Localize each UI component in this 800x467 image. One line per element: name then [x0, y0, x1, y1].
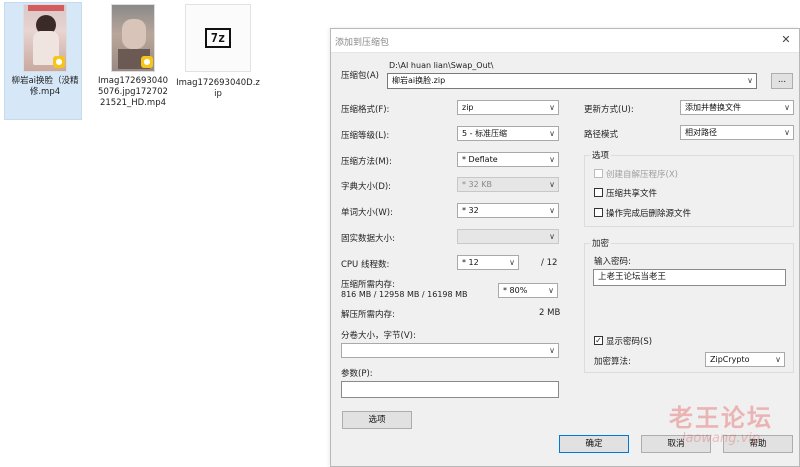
params-input[interactable] — [341, 381, 559, 398]
chevron-down-icon: ∨ — [509, 258, 515, 267]
dialog-title: 添加到压缩包 — [335, 38, 390, 48]
shared-files-checkbox[interactable]: 压缩共享文件 — [594, 187, 657, 199]
video-thumbnail: ● — [111, 4, 155, 72]
chevron-down-icon: ∨ — [775, 355, 781, 364]
sfx-checkbox: 创建自解压程序(X) — [594, 168, 678, 180]
checkbox-icon — [594, 208, 603, 217]
pathmode-label: 路径模式 — [584, 130, 619, 140]
solid-select: ∨ — [457, 229, 559, 244]
split-combobox[interactable]: ∨ — [341, 343, 559, 358]
chevron-down-icon: ∨ — [549, 232, 555, 241]
cpu-select[interactable]: * 12 ∨ — [457, 255, 519, 270]
mem-compress-detail: 816 MB / 12958 MB / 16198 MB — [341, 290, 468, 299]
update-label: 更新方式(U): — [584, 105, 634, 115]
word-select[interactable]: * 32 ∨ — [457, 203, 559, 218]
chevron-down-icon: ∨ — [784, 128, 790, 137]
password-input[interactable]: 上老王论坛当老王 — [593, 269, 786, 286]
file-name: 柳岩ai换脸（没精修.mp4 — [11, 76, 79, 97]
method-select[interactable]: * Deflate ∨ — [457, 152, 559, 167]
chevron-down-icon: ∨ — [549, 206, 555, 215]
solid-label: 固实数据大小: — [341, 234, 395, 244]
watermark: 老王论坛 laowang.vip — [656, 398, 786, 446]
video-badge-icon: ● — [53, 56, 65, 68]
close-icon[interactable]: ✕ — [779, 33, 793, 47]
show-password-checkbox[interactable]: ✓ 显示密码(S) — [594, 335, 652, 347]
cpu-total: / 12 — [541, 258, 558, 268]
dialog-titlebar: 添加到压缩包 ✕ — [331, 29, 799, 53]
archive-name-combobox[interactable]: 柳岩ai换脸.zip ∨ — [387, 73, 757, 89]
archive-label: 压缩包(A) — [341, 71, 379, 81]
mem-decompress-value: 2 MB — [539, 308, 561, 318]
password-label: 输入密码: — [594, 257, 631, 267]
file-name: Imag1726930405076.jpg17270221521_HD.mp4 — [97, 76, 169, 108]
video-thumbnail: ● — [23, 4, 67, 72]
chevron-down-icon: ∨ — [549, 180, 555, 189]
file-name: Imag172693040D.zip — [176, 78, 260, 99]
encryption-method-label: 加密算法: — [594, 357, 631, 367]
format-label: 压缩格式(F): — [341, 105, 390, 115]
checkbox-icon — [594, 188, 603, 197]
file-item-mp4-2[interactable]: ● Imag1726930405076.jpg17270221521_HD.mp… — [96, 4, 170, 109]
chevron-down-icon: ∨ — [784, 103, 790, 112]
word-label: 单词大小(W): — [341, 208, 393, 218]
encryption-method-select[interactable]: ZipCrypto ∨ — [705, 352, 785, 367]
pathmode-select[interactable]: 相对路径 ∨ — [680, 125, 794, 140]
dict-select: * 32 KB ∨ — [457, 177, 559, 192]
chevron-down-icon: ∨ — [549, 155, 555, 164]
chevron-down-icon[interactable]: ∨ — [747, 74, 753, 87]
options-button[interactable]: 选项 — [342, 411, 412, 429]
browse-button[interactable]: ... — [771, 73, 793, 89]
watermark-url: laowang.vip — [681, 431, 761, 446]
split-label: 分卷大小，字节(V): — [341, 331, 416, 341]
video-badge-icon: ● — [141, 56, 153, 68]
dict-label: 字典大小(D): — [341, 182, 392, 192]
cpu-label: CPU 线程数: — [341, 260, 390, 270]
level-label: 压缩等级(L): — [341, 131, 390, 141]
delete-after-checkbox[interactable]: 操作完成后删除源文件 — [594, 207, 691, 219]
watermark-logo-text: 老王论坛 — [669, 404, 773, 432]
method-label: 压缩方法(M): — [341, 157, 392, 167]
file-item-mp4-1[interactable]: ● 柳岩ai换脸（没精修.mp4 — [4, 2, 82, 120]
mem-decompress-label: 解压所需内存: — [341, 310, 395, 320]
chevron-down-icon: ∨ — [549, 129, 555, 138]
check-icon: ✓ — [594, 336, 603, 345]
7zip-archive-icon: 7z — [185, 4, 251, 72]
update-select[interactable]: 添加并替换文件 ∨ — [680, 100, 794, 115]
params-label: 参数(P): — [341, 369, 373, 379]
chevron-down-icon: ∨ — [549, 346, 555, 355]
level-select[interactable]: 5 - 标准压缩 ∨ — [457, 126, 559, 141]
archive-path: D:\AI huan lian\Swap_Out\ — [389, 61, 494, 70]
chevron-down-icon: ∨ — [548, 286, 554, 295]
format-select[interactable]: zip ∨ — [457, 100, 559, 115]
checkbox-icon — [594, 169, 603, 178]
options-group-title: 选项 — [590, 149, 612, 161]
mem-compress-label: 压缩所需内存: — [341, 280, 395, 290]
mem-percent-select[interactable]: * 80% ∨ — [498, 283, 558, 298]
ok-button[interactable]: 确定 — [559, 435, 629, 453]
file-item-zip[interactable]: 7z Imag172693040D.zip — [176, 4, 260, 100]
encryption-group-title: 加密 — [590, 237, 612, 249]
chevron-down-icon: ∨ — [549, 103, 555, 112]
